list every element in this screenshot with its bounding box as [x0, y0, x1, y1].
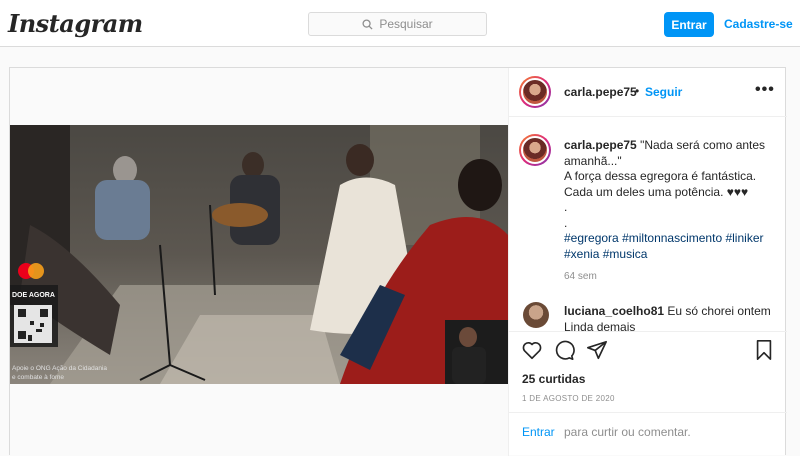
- ad-line-1: Apoie o ONG Ação da Cidadania: [12, 365, 107, 372]
- comment-text-continued: Linda demais: [564, 320, 636, 331]
- separator-dot: •: [635, 84, 640, 98]
- share-icon[interactable]: [586, 339, 608, 361]
- add-comment-login-link[interactable]: Entrar: [522, 425, 555, 439]
- post-actions-bar: [509, 331, 787, 367]
- comment: luciana_coelho81 Eu só chorei ontem: [564, 304, 771, 318]
- comment-username[interactable]: luciana_coelho81: [564, 304, 664, 318]
- add-comment-prompt: para curtir ou comentar.: [564, 425, 691, 439]
- comment-text: Eu só chorei ontem: [667, 304, 771, 318]
- caption-line-2: amanhã...": [564, 153, 622, 168]
- search-icon: [362, 18, 373, 30]
- add-comment-bar: Entrar para curtir ou comentar.: [509, 412, 787, 456]
- follow-button[interactable]: Seguir: [645, 85, 682, 99]
- caption-line-4: Cada um deles uma potência. ♥♥♥: [564, 184, 749, 199]
- comment-icon[interactable]: [553, 339, 575, 361]
- post-caption: carla.pepe75 "Nada será como antes amanh…: [564, 138, 774, 262]
- login-button[interactable]: Entrar: [664, 12, 714, 37]
- like-heart-icon[interactable]: [521, 339, 543, 361]
- commenter-avatar[interactable]: [523, 302, 549, 328]
- video-frame: DOE AGORA Apoie o ONG Ação da Cidadania …: [10, 125, 508, 384]
- top-navigation-bar: Instagram Pesquisar Entrar Cadastre-se: [0, 0, 800, 47]
- save-bookmark-icon[interactable]: [753, 339, 775, 361]
- post-date: 1 DE AGOSTO DE 2020: [522, 394, 615, 403]
- comments-section[interactable]: carla.pepe75 "Nada será como antes amanh…: [509, 118, 787, 331]
- instagram-logo[interactable]: Instagram: [8, 9, 143, 38]
- post-video[interactable]: DOE AGORA Apoie o ONG Ação da Cidadania …: [10, 125, 508, 384]
- hashtag-liniker[interactable]: #liniker: [725, 231, 763, 245]
- caption-username[interactable]: carla.pepe75: [564, 138, 637, 152]
- caption-age: 64 sem: [564, 271, 597, 282]
- search-box[interactable]: Pesquisar: [308, 12, 487, 36]
- hashtag-miltonnascimento[interactable]: #miltonnascimento: [622, 231, 722, 245]
- caption-line-5: .: [564, 200, 568, 214]
- caption-avatar[interactable]: [519, 134, 551, 166]
- post-card: DOE AGORA Apoie o ONG Ação da Cidadania …: [9, 67, 787, 456]
- hashtag-musica[interactable]: #musica: [603, 247, 648, 261]
- post-author-username[interactable]: carla.pepe75: [564, 85, 637, 99]
- donate-label: DOE AGORA: [12, 292, 55, 299]
- caption-line-1: "Nada será como antes: [640, 138, 766, 152]
- post-side-panel: carla.pepe75 • Seguir ••• carla.pepe75 "…: [508, 68, 787, 456]
- caption-line-6: .: [564, 215, 568, 230]
- signup-link[interactable]: Cadastre-se: [724, 17, 793, 31]
- search-placeholder: Pesquisar: [379, 17, 433, 31]
- ad-line-2: e combate à fome: [12, 374, 64, 381]
- hashtag-egregora[interactable]: #egregora: [564, 231, 619, 245]
- post-media-area: DOE AGORA Apoie o ONG Ação da Cidadania …: [10, 68, 508, 456]
- post-header: carla.pepe75 • Seguir •••: [509, 68, 787, 117]
- likes-count[interactable]: 25 curtidas: [522, 372, 585, 386]
- avatar[interactable]: [519, 76, 551, 108]
- caption-line-3: A força dessa egregora é fantástica.: [564, 169, 757, 183]
- more-options-icon[interactable]: •••: [755, 81, 775, 99]
- hashtag-xenia[interactable]: #xenia: [564, 247, 599, 261]
